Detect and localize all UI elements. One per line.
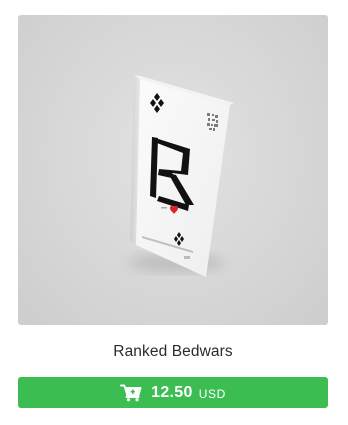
box-front — [136, 79, 230, 277]
card-box-illustration — [128, 75, 234, 277]
price-currency: USD — [198, 386, 226, 401]
product-title: Ranked Bedwars — [113, 343, 233, 360]
product-image[interactable] — [18, 15, 328, 325]
product-card[interactable]: Ranked Bedwars 12.50 USD — [0, 0, 348, 425]
box-tagline — [161, 207, 167, 209]
price-value: 12.50 — [151, 383, 193, 401]
box-bottom-mark — [184, 256, 190, 259]
cart-plus-icon — [120, 384, 142, 402]
add-to-cart-button[interactable]: 12.50 USD — [18, 377, 328, 408]
